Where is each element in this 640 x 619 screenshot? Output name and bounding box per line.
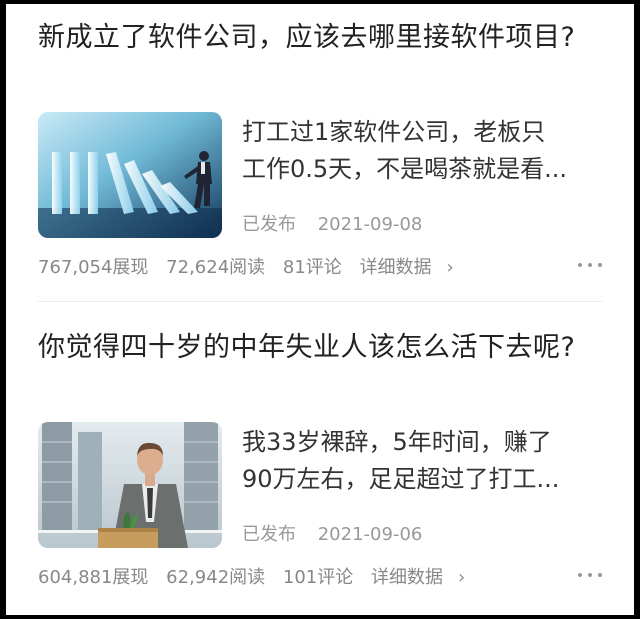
views-count: 767,054展现 <box>38 257 149 278</box>
more-options-button[interactable] <box>578 570 602 580</box>
article-thumbnail[interactable] <box>38 112 222 238</box>
article-thumbnail[interactable] <box>38 422 222 548</box>
snippet-line: 90万左右，足足超过了打工... <box>242 465 560 493</box>
detail-data-label: 详细数据 <box>370 567 443 588</box>
snippet-line: 工作0.5天，不是喝茶就是看... <box>242 155 568 183</box>
snippet-line: 打工过1家软件公司，老板只 <box>242 118 546 146</box>
article-stats: 604,881展现 62,942阅读 101评论 详细数据 › <box>38 563 489 589</box>
detail-data-label: 详细数据 <box>359 257 432 278</box>
detail-data-link[interactable]: 详细数据 › <box>360 257 466 278</box>
article-stats: 767,054展现 72,624阅读 81评论 详细数据 › <box>38 253 478 279</box>
publish-date: 2021-09-08 <box>317 214 423 235</box>
dot-icon <box>588 573 592 577</box>
reads-count: 62,942阅读 <box>166 567 266 588</box>
dot-icon <box>598 573 602 577</box>
divider <box>38 301 602 302</box>
article-meta: 已发布 2021-09-08 <box>242 210 422 236</box>
article-title[interactable]: 你觉得四十岁的中年失业人该怎么活下去呢? <box>38 328 578 368</box>
dot-icon <box>588 263 592 267</box>
businessman-with-box-image <box>38 422 222 548</box>
article-snippet[interactable]: 我33岁裸辞，5年时间，赚了 90万左右，足足超过了打工... <box>242 424 604 498</box>
detail-data-link[interactable]: 详细数据 › <box>371 567 477 588</box>
article-list: 新成立了软件公司，应该去哪里接软件项目? 打工过1家软件公司，老板只 工作0.5… <box>6 4 634 615</box>
chevron-right-icon: › <box>457 567 466 588</box>
comments-count: 81评论 <box>282 257 342 278</box>
article-snippet[interactable]: 打工过1家软件公司，老板只 工作0.5天，不是喝茶就是看... <box>242 114 604 188</box>
dot-icon <box>598 263 602 267</box>
article-meta: 已发布 2021-09-06 <box>242 520 422 546</box>
chevron-right-icon: › <box>446 257 454 278</box>
publish-status: 已发布 <box>242 524 296 545</box>
reads-count: 72,624阅读 <box>166 257 266 278</box>
snippet-line: 我33岁裸辞，5年时间，赚了 <box>242 428 552 456</box>
views-count: 604,881展现 <box>38 567 149 588</box>
comments-count: 101评论 <box>282 567 354 588</box>
article-title[interactable]: 新成立了软件公司，应该去哪里接软件项目? <box>38 18 578 58</box>
domino-businessman-image <box>38 112 222 238</box>
dot-icon <box>578 573 582 577</box>
more-options-button[interactable] <box>578 260 602 270</box>
dot-icon <box>578 263 582 267</box>
publish-date: 2021-09-06 <box>317 524 423 545</box>
publish-status: 已发布 <box>242 214 296 235</box>
